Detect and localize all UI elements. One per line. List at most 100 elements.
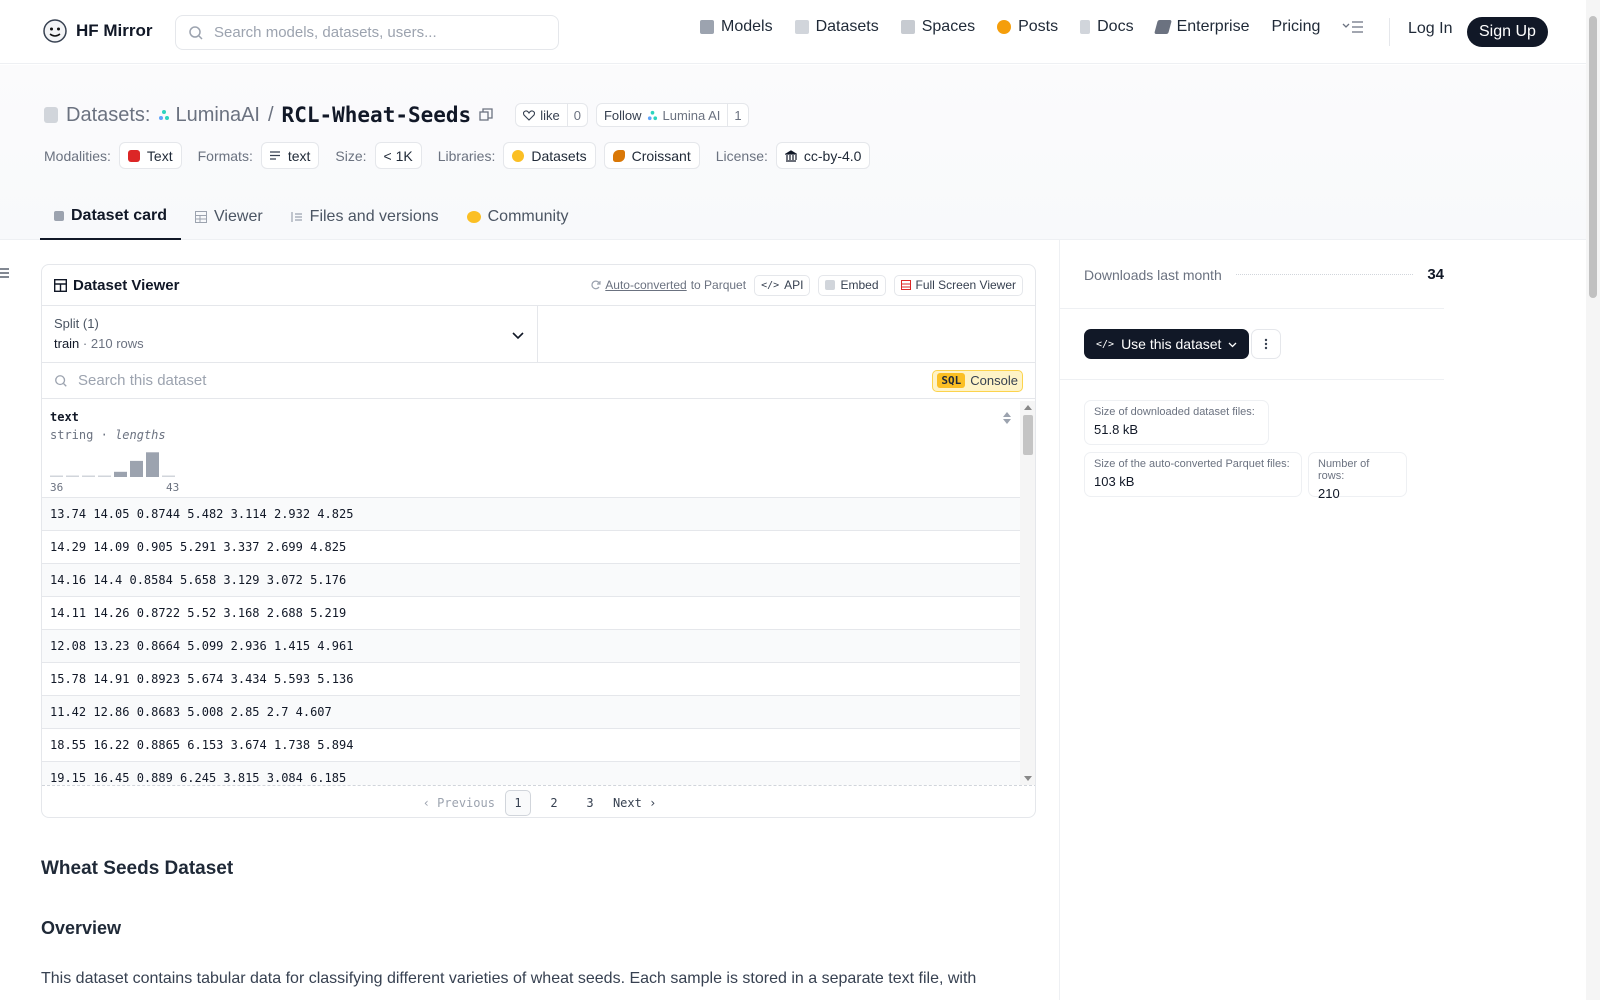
nav-pricing[interactable]: Pricing: [1271, 18, 1320, 36]
page-1-button[interactable]: 1: [504, 789, 531, 816]
nav-spaces-label: Spaces: [921, 18, 976, 35]
sql-console-button[interactable]: SQL Console: [932, 369, 1023, 392]
cube-icon: [54, 210, 64, 221]
page-2-button[interactable]: 2: [541, 790, 567, 816]
downloads-label: Downloads last month: [1084, 266, 1222, 283]
histogram-bar[interactable]: [114, 471, 127, 477]
length-histogram[interactable]: [50, 449, 180, 477]
previous-label: Previous: [437, 795, 495, 810]
table-row[interactable]: 13.74 14.05 0.8744 5.482 3.114 2.932 4.8…: [42, 498, 1020, 531]
histogram-bar[interactable]: [146, 452, 159, 477]
tag-library-croissant[interactable]: Croissant: [603, 142, 700, 169]
viewer-header: Dataset Viewer Auto-converted to Parquet…: [42, 265, 1035, 306]
brand-logo[interactable]: HF Mirror: [42, 18, 153, 44]
auto-converted-link[interactable]: Auto-converted: [605, 278, 686, 292]
like-button[interactable]: like 0: [515, 103, 588, 127]
nav-posts[interactable]: Posts: [997, 18, 1058, 36]
search-icon: [189, 25, 203, 40]
owner-name: LuminaAI: [175, 103, 260, 126]
histogram-bar[interactable]: [162, 475, 175, 478]
nav-enterprise[interactable]: Enterprise: [1153, 18, 1249, 36]
toc-toggle-icon[interactable]: [0, 266, 10, 280]
nav-spaces[interactable]: Spaces: [900, 18, 976, 36]
signup-button[interactable]: Sign Up: [1467, 17, 1548, 47]
more-menu-icon[interactable]: [1342, 20, 1364, 34]
brand-name: HF Mirror: [76, 21, 153, 40]
search-placeholder: Search models, datasets, users...: [214, 24, 437, 41]
split-name: train: [54, 336, 80, 351]
table-row[interactable]: 14.16 14.4 0.8584 5.658 3.129 3.072 5.17…: [42, 564, 1020, 597]
use-this-dataset-button[interactable]: </> Use this dataset: [1084, 329, 1250, 359]
sort-icon[interactable]: [1002, 411, 1012, 425]
previous-page-button[interactable]: ‹ Previous: [423, 796, 495, 810]
follow-button[interactable]: Follow Lumina AI 1: [595, 103, 749, 127]
embed-button[interactable]: Embed: [818, 274, 886, 296]
table-row[interactable]: 15.78 14.91 0.8923 5.674 3.434 5.593 5.1…: [42, 663, 1020, 696]
column-header-text[interactable]: text string · lengths 36 43: [42, 401, 1020, 498]
table-row[interactable]: 14.29 14.09 0.905 5.291 3.337 2.699 4.82…: [42, 531, 1020, 564]
formats-label: Formats:: [197, 147, 253, 164]
use-dataset-label: Use this dataset: [1121, 336, 1222, 352]
tab-files[interactable]: Files and versions: [277, 193, 453, 240]
lines-icon: [269, 151, 280, 160]
split-label: Split (1): [54, 316, 99, 331]
column-stat: lengths: [115, 428, 166, 442]
page-scroll-thumb[interactable]: [1589, 16, 1597, 298]
viewer-title: Dataset Viewer: [54, 277, 179, 294]
split-value: train · 210 rows: [54, 336, 525, 351]
nav-models-label: Models: [721, 18, 773, 35]
table-row[interactable]: 14.11 14.26 0.8722 5.52 3.168 2.688 5.21…: [42, 597, 1020, 630]
next-label: Next: [612, 795, 642, 810]
tag-library-datasets[interactable]: Datasets: [503, 142, 596, 169]
api-button[interactable]: </> API: [754, 274, 811, 296]
nav-models[interactable]: Models: [700, 18, 773, 36]
nav-docs[interactable]: Docs: [1080, 18, 1134, 36]
login-link[interactable]: Log In: [1408, 20, 1452, 38]
dataset-name[interactable]: RCL-Wheat-Seeds: [282, 103, 472, 127]
table-row[interactable]: 11.42 12.86 0.8683 5.008 2.85 2.7 4.607: [42, 696, 1020, 729]
copy-icon[interactable]: [479, 108, 493, 122]
scroll-up-arrow[interactable]: [1024, 405, 1032, 410]
files-icon: [291, 211, 302, 222]
search-icon: [55, 374, 67, 387]
table-row[interactable]: 12.08 13.23 0.8664 5.099 2.936 1.415 4.9…: [42, 630, 1020, 663]
dataset-search-input[interactable]: Search this dataset SQL Console: [42, 363, 1035, 399]
fullscreen-viewer-button[interactable]: Full Screen Viewer: [893, 274, 1023, 296]
page-3-button[interactable]: 3: [577, 790, 603, 816]
histogram-bar[interactable]: [130, 460, 143, 477]
sidebar-separator: [1060, 379, 1444, 380]
tab-community[interactable]: Community: [453, 193, 583, 240]
split-selector[interactable]: Split (1) train · 210 rows: [42, 306, 538, 362]
page-scrollbar[interactable]: [1586, 0, 1600, 1000]
table-row[interactable]: 19.15 16.45 0.889 6.245 3.815 3.084 6.18…: [42, 762, 1020, 785]
owner-link[interactable]: LuminaAI: [158, 104, 260, 127]
histogram-bar[interactable]: [50, 475, 63, 478]
scroll-thumb[interactable]: [1023, 415, 1033, 455]
card-heading: Wheat Seeds Dataset: [41, 858, 234, 879]
heart-icon: [523, 109, 536, 121]
column-dtype: string: [50, 428, 94, 442]
modalities-label: Modalities:: [44, 147, 111, 164]
dataset-tags: Modalities: Text Formats: text Size: < 1…: [44, 142, 871, 169]
histogram-bar[interactable]: [82, 475, 95, 478]
console-label: Console: [970, 373, 1018, 388]
table-row[interactable]: 18.55 16.22 0.8865 6.153 3.674 1.738 5.8…: [42, 729, 1020, 762]
tab-dataset-card[interactable]: Dataset card: [40, 193, 182, 240]
stat-download-size-label: Size of downloaded dataset files:: [1094, 406, 1255, 418]
sql-badge: SQL: [937, 373, 966, 388]
tag-license[interactable]: cc-by-4.0: [775, 142, 871, 169]
tag-modality-text[interactable]: Text: [118, 142, 182, 169]
histogram-bar[interactable]: [98, 475, 111, 478]
tag-format-text[interactable]: text: [260, 142, 320, 169]
dataset-tabs: Dataset card Viewer Files and versions C…: [40, 193, 583, 240]
table-scrollbar[interactable]: [1020, 401, 1035, 785]
nav-datasets[interactable]: Datasets: [794, 18, 879, 36]
global-search-input[interactable]: Search models, datasets, users...: [175, 15, 559, 50]
more-options-button[interactable]: [1251, 329, 1281, 359]
tag-format-label: text: [287, 147, 311, 164]
tag-size[interactable]: < 1K: [374, 142, 422, 169]
histogram-bar[interactable]: [66, 475, 79, 478]
tab-viewer[interactable]: Viewer: [181, 193, 277, 240]
scroll-down-arrow[interactable]: [1024, 776, 1032, 781]
next-page-button[interactable]: Next ›: [613, 796, 656, 810]
